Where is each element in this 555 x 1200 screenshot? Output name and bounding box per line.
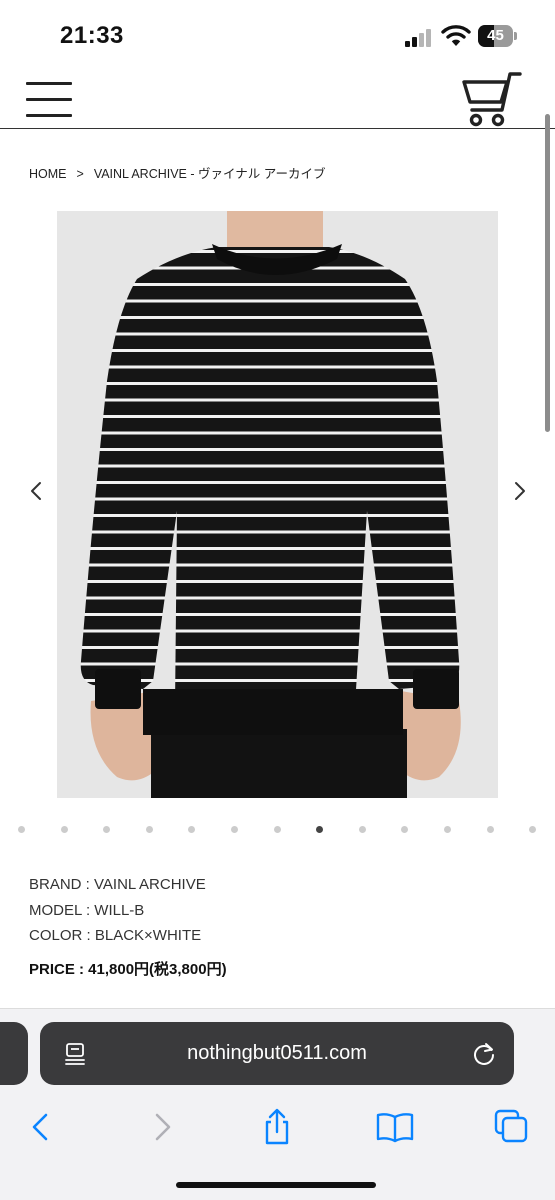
gallery-pager bbox=[0, 826, 555, 836]
pager-dot[interactable] bbox=[60, 826, 68, 833]
product-price: PRICE : 41,800円(税3,800円) bbox=[29, 960, 227, 978]
shopping-cart-icon[interactable] bbox=[460, 68, 522, 128]
status-time: 21:33 bbox=[60, 22, 124, 49]
chevron-left-icon[interactable] bbox=[22, 476, 52, 506]
chevron-right-icon[interactable] bbox=[504, 476, 534, 506]
product-color: COLOR : BLACK×WHITE bbox=[29, 927, 202, 944]
breadcrumb-separator: > bbox=[76, 167, 84, 181]
cellular-signal-icon bbox=[405, 29, 431, 47]
pager-dot[interactable] bbox=[231, 826, 238, 833]
tabs-icon[interactable] bbox=[492, 1107, 532, 1147]
battery-indicator: 45 bbox=[478, 25, 518, 47]
battery-level: 45 bbox=[487, 27, 504, 44]
reload-icon[interactable] bbox=[471, 1041, 497, 1067]
pager-dot-active[interactable] bbox=[316, 826, 324, 833]
pager-dot[interactable] bbox=[401, 826, 409, 833]
pager-dot[interactable] bbox=[529, 826, 537, 833]
breadcrumb-home-link[interactable]: HOME bbox=[29, 167, 67, 181]
product-model: MODEL : WILL-B bbox=[29, 901, 145, 919]
product-info: BRAND : VAINL ARCHIVE MODEL : WILL-B COL… bbox=[29, 872, 227, 982]
pager-dot[interactable] bbox=[18, 826, 25, 833]
url-text: nothingbut0511.com bbox=[187, 1042, 367, 1064]
product-image[interactable] bbox=[57, 211, 498, 798]
breadcrumb-current-link[interactable]: VAINL ARCHIVE - ヴァイナル アーカイブ bbox=[94, 167, 326, 181]
scrollbar-thumb[interactable] bbox=[545, 114, 550, 432]
pager-dot[interactable] bbox=[486, 826, 494, 833]
status-bar: 21:33 45 bbox=[0, 0, 555, 66]
back-icon[interactable] bbox=[22, 1107, 62, 1147]
home-indicator[interactable] bbox=[176, 1182, 376, 1188]
pager-dot[interactable] bbox=[444, 826, 451, 833]
product-brand: BRAND : VAINL ARCHIVE bbox=[29, 876, 206, 893]
hamburger-menu-icon[interactable] bbox=[26, 81, 72, 117]
pager-dot[interactable] bbox=[145, 826, 153, 833]
pager-dot[interactable] bbox=[103, 826, 111, 833]
forward-icon[interactable] bbox=[141, 1107, 181, 1147]
breadcrumb: HOME > VAINL ARCHIVE - ヴァイナル アーカイブ bbox=[29, 163, 325, 182]
wifi-icon bbox=[441, 25, 471, 46]
previous-tab-preview[interactable] bbox=[0, 1022, 28, 1085]
pager-dot[interactable] bbox=[358, 826, 366, 833]
striped-sweater-photo bbox=[80, 211, 461, 798]
site-header bbox=[0, 66, 555, 129]
share-icon[interactable] bbox=[257, 1107, 297, 1147]
address-bar[interactable]: nothingbut0511.com bbox=[40, 1022, 514, 1085]
bookmarks-icon[interactable] bbox=[375, 1107, 415, 1147]
browser-toolbar: nothingbut0511.com bbox=[0, 1008, 555, 1200]
pager-dot[interactable] bbox=[188, 826, 196, 833]
pager-dot[interactable] bbox=[273, 826, 281, 833]
